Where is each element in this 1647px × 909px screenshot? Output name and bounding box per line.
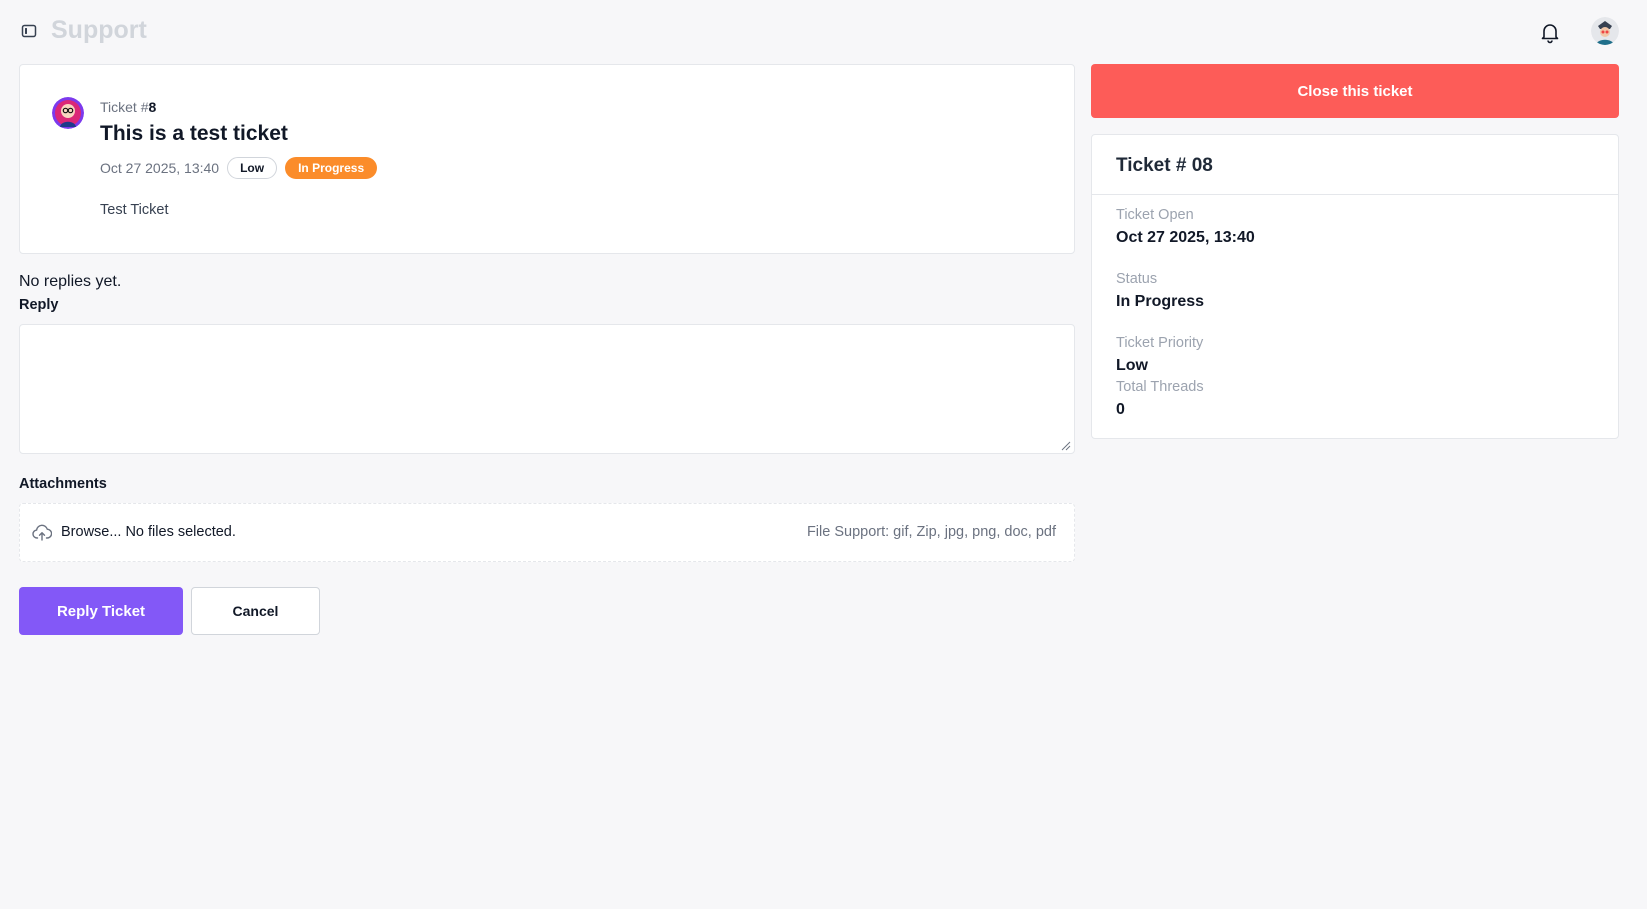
total-threads-label: Total Threads: [1116, 379, 1204, 395]
priority-badge: Low: [227, 157, 278, 179]
ticket-open-label: Ticket Open: [1116, 207, 1194, 223]
reply-textarea[interactable]: [19, 324, 1075, 454]
ticket-body: Test Ticket: [100, 202, 169, 218]
ticket-title: This is a test ticket: [100, 122, 288, 145]
file-support-text: File Support: gif, Zip, jpg, png, doc, p…: [806, 524, 1056, 540]
page-title: Support: [51, 16, 147, 44]
reply-ticket-button[interactable]: Reply Ticket: [19, 587, 183, 635]
cloud-upload-icon: [32, 524, 53, 542]
status-badge: In Progress: [285, 157, 378, 179]
attachments-label: Attachments: [19, 476, 107, 492]
bell-icon[interactable]: [1538, 20, 1562, 44]
priority-label: Ticket Priority: [1116, 335, 1204, 351]
user-avatar[interactable]: [1591, 17, 1619, 45]
ticket-card: Ticket #8 This is a test ticket Oct 27 2…: [19, 64, 1075, 254]
no-replies-text: No replies yet.: [19, 273, 122, 290]
priority-value: Low: [1116, 357, 1148, 374]
cancel-button[interactable]: Cancel: [191, 587, 320, 635]
close-ticket-button[interactable]: Close this ticket: [1091, 64, 1619, 118]
browse-files-button[interactable]: Browse... No files selected.: [61, 524, 236, 540]
ticket-id: Ticket #8: [100, 99, 157, 115]
reply-label: Reply: [19, 297, 59, 313]
sidebar-toggle-icon[interactable]: [20, 22, 38, 40]
ticket-info-card: Ticket # 08 Ticket Open Oct 27 2025, 13:…: [1091, 134, 1619, 439]
ticket-meta: Oct 27 2025, 13:40 Low In Progress: [100, 157, 378, 179]
ticket-open-value: Oct 27 2025, 13:40: [1116, 229, 1255, 246]
ticket-date: Oct 27 2025, 13:40: [100, 160, 220, 176]
total-threads-value: 0: [1116, 401, 1125, 418]
ticket-info-title: Ticket # 08: [1092, 135, 1618, 195]
status-value: In Progress: [1116, 293, 1205, 310]
status-label: Status: [1116, 271, 1158, 287]
top-bar: Support: [0, 0, 1647, 64]
resize-grip-icon[interactable]: [1059, 438, 1071, 451]
ticket-author-avatar: [52, 97, 84, 129]
attachments-dropzone[interactable]: Browse... No files selected. File Suppor…: [19, 503, 1075, 562]
